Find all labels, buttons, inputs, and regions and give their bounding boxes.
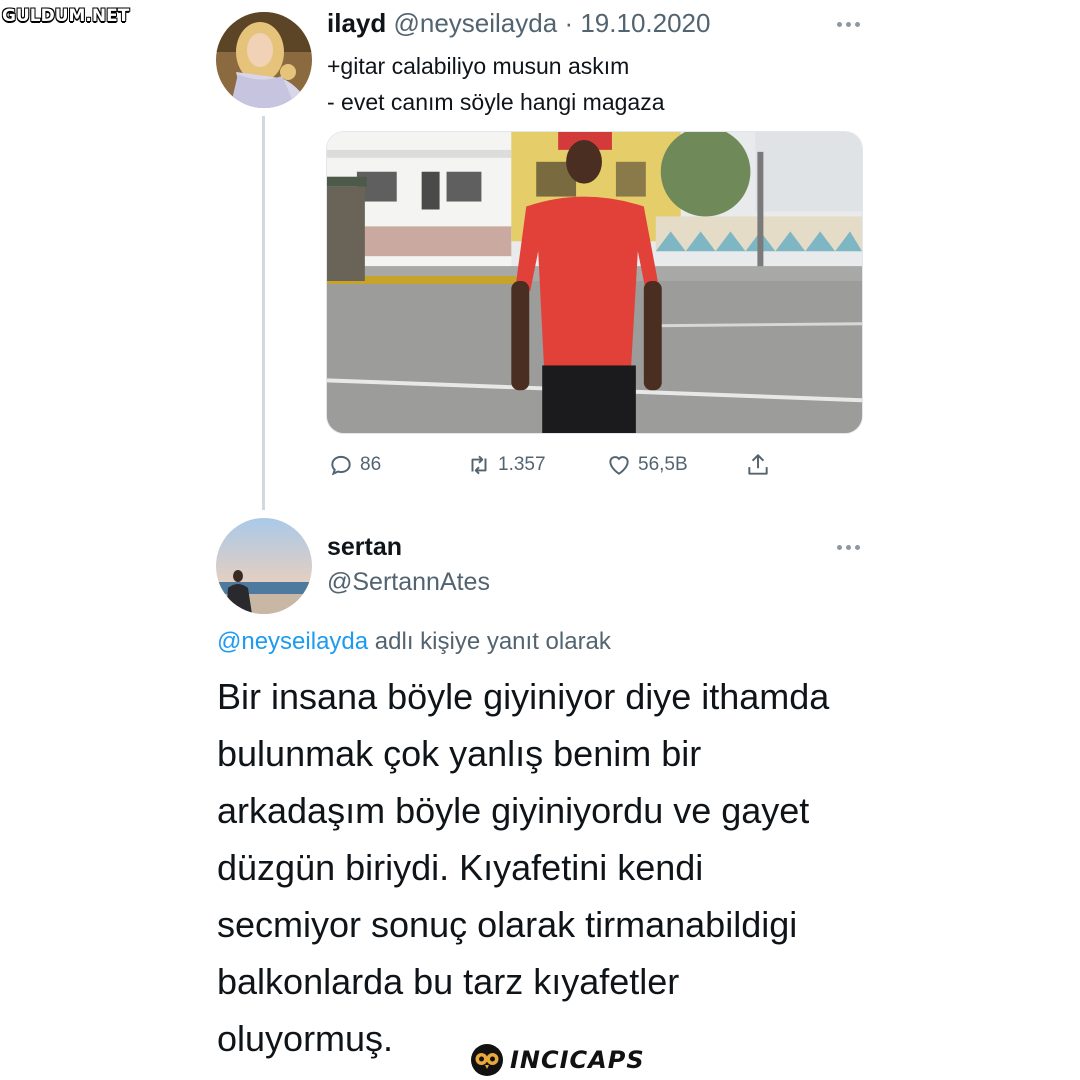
site-watermark: GULDUM.NET [2, 6, 130, 26]
incicaps-watermark: INCICAPS [470, 1042, 645, 1078]
author-handle[interactable]: @neyseilayda [393, 8, 557, 38]
brand-text: INCICAPS [510, 1046, 645, 1074]
profile-photo [216, 518, 312, 614]
photo-image [327, 132, 862, 433]
tweet-text: +gitar calabiliyo musun askım - evet can… [327, 48, 665, 120]
share-button[interactable] [745, 450, 777, 480]
owl-icon [471, 1044, 503, 1076]
tweet-line: +gitar calabiliyo musun askım [327, 53, 630, 79]
heart-icon [609, 456, 629, 475]
tweet-line: balkonlarda bu tarz kıyafetler [217, 961, 680, 1002]
avatar[interactable] [216, 518, 312, 614]
like-button[interactable]: 56,5B [606, 450, 688, 480]
tweet-text: Bir insana böyle giyiniyor diye ithamda … [217, 668, 829, 1067]
tweet-date[interactable]: 19.10.2020 [580, 8, 710, 38]
reply-mention-link[interactable]: @neyseilayda [217, 628, 368, 655]
more-options-icon[interactable] [835, 541, 865, 553]
reply-icon [331, 455, 351, 476]
tweet-line: arkadaşım böyle giyiniyordu ve gayet [217, 790, 810, 831]
tweet-line: düzgün biriydi. Kıyafetini kendi [217, 847, 704, 888]
reply-suffix: adlı kişiye yanıt olarak [368, 628, 611, 655]
author-name[interactable]: sertan [327, 533, 402, 562]
tweet-line: secmiyor sonuç olarak tirmanabildigi [217, 904, 798, 945]
replying-to: @neyseilayda adlı kişiye yanıt olarak [217, 628, 611, 656]
like-count: 56,5B [638, 454, 688, 475]
tweet-photo[interactable] [326, 131, 863, 434]
author-name[interactable]: ilayd [327, 8, 386, 38]
more-options-icon[interactable] [835, 18, 865, 30]
retweet-button[interactable]: 1.357 [466, 450, 546, 480]
retweet-count: 1.357 [498, 454, 546, 475]
separator: · [564, 8, 574, 38]
avatar[interactable] [216, 12, 312, 108]
share-icon [748, 454, 768, 475]
tweet-line: Bir insana böyle giyiniyor diye ithamda [217, 676, 830, 717]
tweet-header: ilayd @neyseilayda · 19.10.2020 [327, 8, 710, 39]
tweet-line: - evet canım söyle hangi magaza [327, 89, 665, 115]
profile-photo [216, 12, 312, 108]
thread-connector [262, 116, 265, 510]
reply-button[interactable]: 86 [328, 450, 381, 480]
retweet-icon [471, 455, 487, 475]
tweet-line: bulunmak çok yanlış benim bir [217, 733, 702, 774]
author-handle[interactable]: @SertannAtes [327, 568, 490, 597]
reply-count: 86 [360, 454, 382, 475]
